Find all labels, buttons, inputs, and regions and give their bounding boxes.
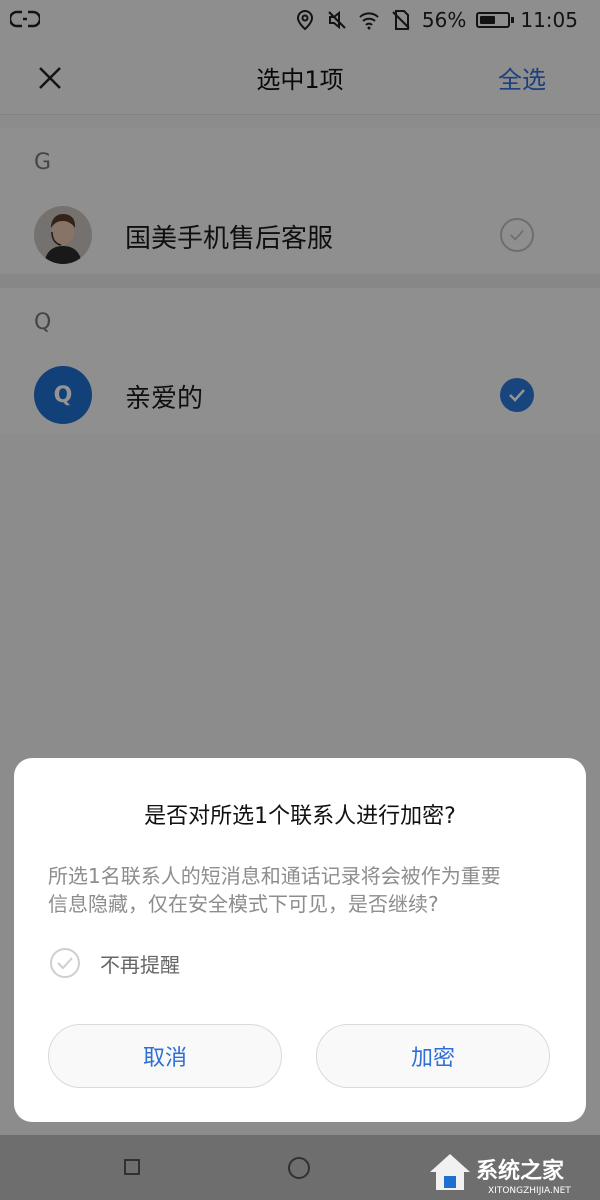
dont-remind-label: 不再提醒	[100, 952, 180, 977]
encrypt-dialog: 是否对所选1个联系人进行加密? 所选1名联系人的短消息和通话记录将会被作为重要 …	[14, 758, 586, 1122]
dont-remind-option[interactable]: 不再提醒	[50, 948, 180, 978]
watermark-brand: 系统之家	[476, 1158, 565, 1184]
encrypt-button[interactable]: 加密	[316, 1024, 550, 1088]
dialog-title: 是否对所选1个联系人进行加密?	[144, 804, 456, 829]
dialog-message: 所选1名联系人的短消息和通话记录将会被作为重要 信息隐藏，仅在安全模式下可见，是…	[48, 862, 556, 918]
dialog-message-line: 所选1名联系人的短消息和通话记录将会被作为重要	[48, 864, 501, 888]
watermark-logo: 系统之家 XITONGZHIJIA.NET	[430, 1154, 571, 1196]
check-circle-icon[interactable]	[50, 948, 80, 978]
dialog-message-line: 信息隐藏，仅在安全模式下可见，是否继续?	[48, 892, 439, 916]
watermark-url: XITONGZHIJIA.NET	[488, 1186, 571, 1196]
cancel-button[interactable]: 取消	[48, 1024, 282, 1088]
